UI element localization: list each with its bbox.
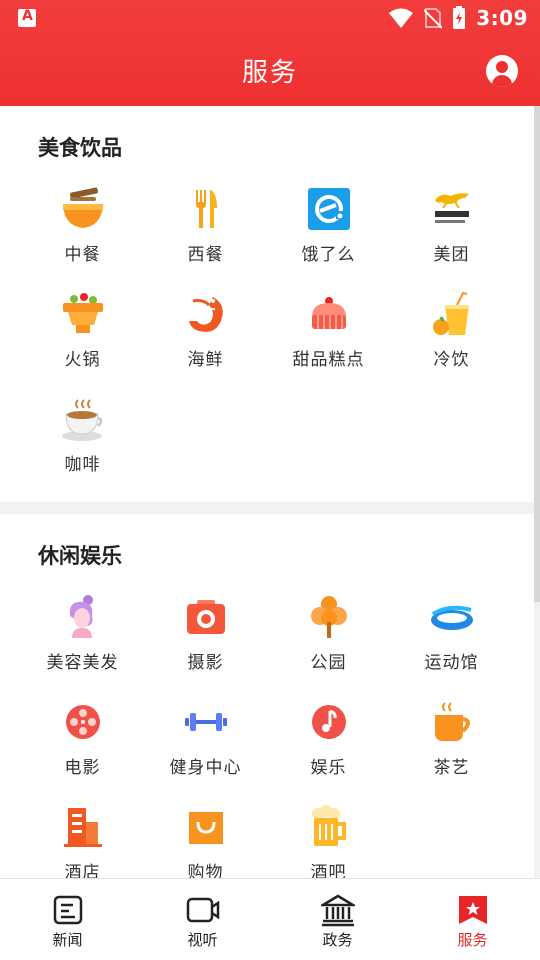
service-label: 火锅 — [64, 350, 101, 370]
service-label: 美团 — [433, 245, 470, 265]
service-item-cold-drink[interactable]: 冷饮 — [390, 283, 513, 388]
service-item-shopping[interactable]: 购物 — [144, 796, 267, 878]
dumbbell-icon — [184, 713, 227, 731]
service-item-entertainment[interactable]: 娱乐 — [267, 691, 390, 796]
tea-cup-icon — [434, 702, 470, 741]
wifi-icon — [389, 8, 414, 28]
news-icon — [53, 895, 82, 925]
service-item-park[interactable]: 公园 — [267, 586, 390, 691]
stadium-icon — [430, 605, 473, 630]
service-label: 健身中心 — [169, 758, 242, 778]
section-title: 休闲娱乐 — [38, 544, 122, 568]
service-label: 饿了么 — [301, 245, 356, 265]
top-app-bar: 3:09 服务 — [0, 0, 540, 106]
service-item-tea[interactable]: 茶艺 — [390, 691, 513, 796]
user-icon-body — [492, 75, 512, 87]
service-label: 摄影 — [187, 653, 224, 673]
music-note-icon — [311, 705, 346, 739]
tab-label: 视听 — [187, 931, 218, 949]
page-title: 服务 — [241, 58, 298, 88]
tab-news[interactable]: 新闻 — [0, 879, 135, 960]
video-camera-icon — [186, 897, 219, 923]
service-label: 西餐 — [187, 245, 224, 265]
camera-icon — [186, 600, 225, 634]
service-label: 娱乐 — [310, 758, 347, 778]
user-icon-head — [496, 61, 508, 73]
status-icons: 3:09 — [388, 6, 528, 30]
hotpot-icon — [62, 293, 103, 333]
cake-icon — [311, 297, 346, 329]
service-item-coffee[interactable]: 咖啡 — [21, 388, 144, 493]
shopping-bag-icon — [188, 812, 223, 844]
section-leisure: 休闲娱乐 美容美发 摄影 公园 运动馆 电影 健身中心 娱乐 茶艺 酒店 购物 … — [0, 514, 534, 878]
service-item-dessert[interactable]: 甜品糕点 — [267, 283, 390, 388]
status-bar: 3:09 — [0, 0, 540, 36]
status-time: 3:09 — [476, 6, 528, 30]
coffee-cup-icon — [61, 399, 102, 441]
fork-knife-icon — [195, 190, 217, 228]
service-label: 冷饮 — [433, 350, 470, 370]
service-label: 酒吧 — [310, 863, 347, 878]
bottom-navigation: 新闻 视听 政务 服务 — [0, 878, 540, 960]
tab-service[interactable]: 服务 — [405, 879, 540, 960]
service-label: 公园 — [310, 653, 347, 673]
service-item-stadium[interactable]: 运动馆 — [390, 586, 513, 691]
service-item-photography[interactable]: 摄影 — [144, 586, 267, 691]
meituan-kangaroo-icon — [434, 193, 469, 223]
service-label: 咖啡 — [64, 455, 101, 475]
service-item-western-food[interactable]: 西餐 — [144, 178, 267, 283]
tab-label: 服务 — [457, 931, 488, 949]
service-item-chinese-food[interactable]: 中餐 — [21, 178, 144, 283]
service-label: 运动馆 — [424, 653, 479, 673]
section-food-drink: 美食饮品 中餐 西餐 饿了么 美团 火锅 海鲜 甜品糕点 冷饮 咖啡 — [0, 106, 534, 502]
service-label: 中餐 — [64, 245, 101, 265]
service-label: 酒店 — [64, 863, 101, 878]
beer-mug-icon — [311, 805, 346, 846]
service-label: 美容美发 — [46, 653, 119, 673]
service-label: 电影 — [64, 758, 101, 778]
scrollbar[interactable] — [534, 106, 540, 602]
app-notification-icon — [18, 8, 36, 27]
noodle-bowl-icon — [62, 187, 103, 228]
service-label: 购物 — [187, 863, 224, 878]
beauty-woman-icon — [69, 595, 93, 638]
hotel-building-icon — [63, 808, 102, 847]
service-item-bar[interactable]: 酒吧 — [267, 796, 390, 878]
film-reel-icon — [65, 705, 100, 739]
tab-label: 政务 — [322, 931, 353, 949]
service-item-movie[interactable]: 电影 — [21, 691, 144, 796]
service-item-beauty-salon[interactable]: 美容美发 — [21, 586, 144, 691]
no-sim-icon — [424, 8, 443, 29]
user-profile-button[interactable] — [486, 55, 518, 87]
service-item-seafood[interactable]: 海鲜 — [144, 283, 267, 388]
battery-icon — [453, 6, 466, 29]
section-title: 美食饮品 — [38, 136, 122, 160]
shrimp-icon — [188, 297, 223, 332]
cold-drink-icon — [432, 291, 469, 335]
eleme-icon — [307, 188, 350, 230]
tab-government[interactable]: 政务 — [270, 879, 405, 960]
section-divider — [0, 502, 534, 514]
service-item-meituan[interactable]: 美团 — [390, 178, 513, 283]
service-label: 海鲜 — [187, 350, 224, 370]
government-building-icon — [320, 894, 355, 927]
tree-icon — [310, 596, 347, 638]
service-item-eleme[interactable]: 饿了么 — [267, 178, 390, 283]
tab-video[interactable]: 视听 — [135, 879, 270, 960]
service-star-icon — [458, 896, 487, 924]
service-item-hotel[interactable]: 酒店 — [21, 796, 144, 878]
service-list[interactable]: 美食饮品 中餐 西餐 饿了么 美团 火锅 海鲜 甜品糕点 冷饮 咖啡 休闲娱乐 … — [0, 106, 534, 878]
service-label: 茶艺 — [433, 758, 470, 778]
tab-label: 新闻 — [52, 931, 83, 949]
service-label: 甜品糕点 — [292, 350, 365, 370]
service-item-hotpot[interactable]: 火锅 — [21, 283, 144, 388]
service-item-gym[interactable]: 健身中心 — [144, 691, 267, 796]
